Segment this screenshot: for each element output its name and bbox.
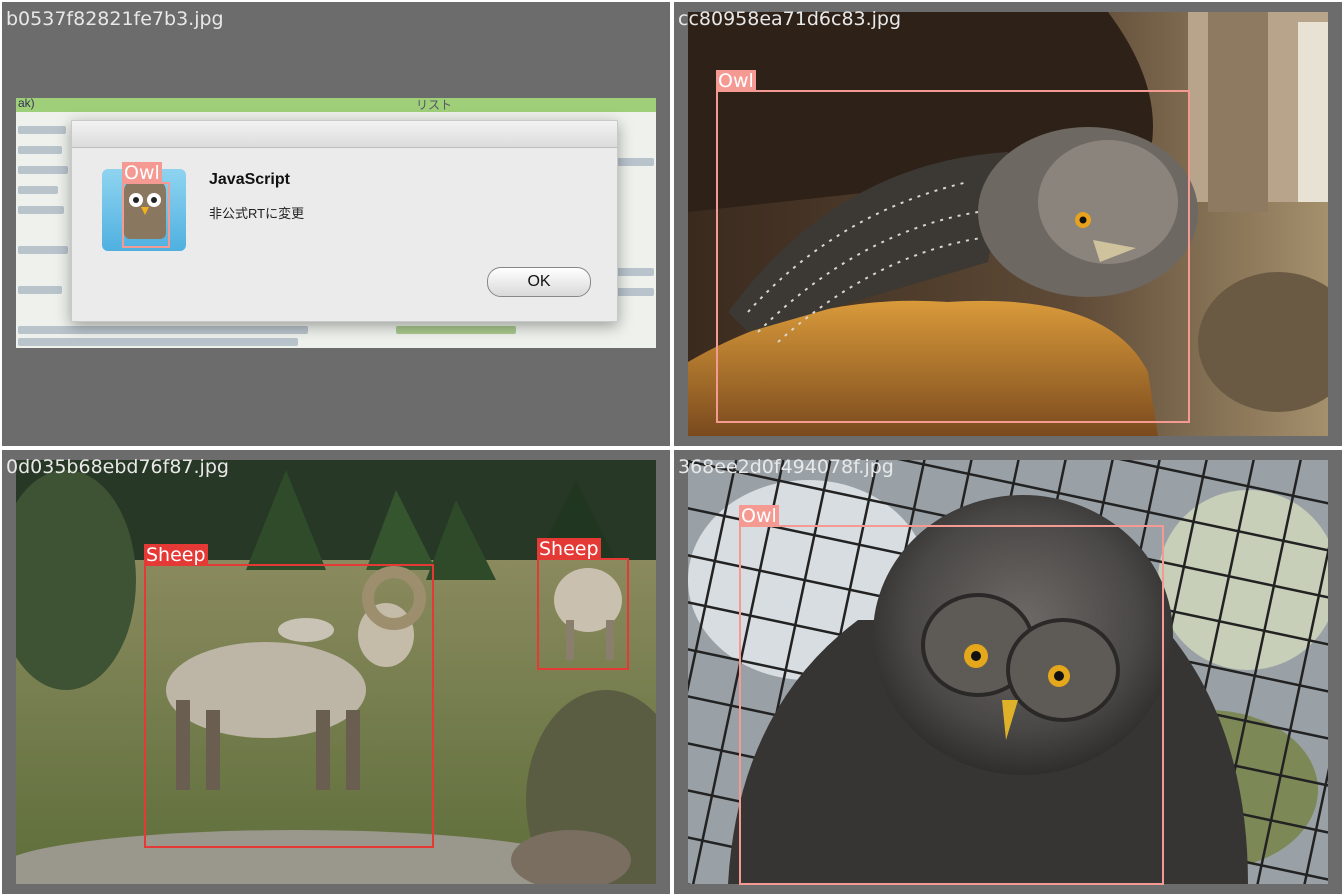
tile-3: 0d035b68ebd76f87.jpg Sheep Sheep xyxy=(2,450,670,894)
blurred-text xyxy=(18,186,58,194)
ok-button[interactable]: OK xyxy=(487,267,591,297)
blurred-text xyxy=(18,146,62,154)
detection-label: Owl xyxy=(716,70,756,92)
screenshot-topbar: ak) リスト xyxy=(16,98,656,112)
detection-box-sheep: Sheep xyxy=(537,538,629,670)
blurred-text xyxy=(616,268,654,276)
tile-1-image: ak) リスト JavaScript 非公式RTに変更 OK Owl xyxy=(16,98,656,348)
detection-label: Sheep xyxy=(537,538,601,560)
tile-3-filename: 0d035b68ebd76f87.jpg xyxy=(6,456,229,478)
blurred-text xyxy=(18,246,68,254)
detection-label: Owl xyxy=(122,162,162,184)
tile-4-filename: 368ee2d0f494078f.jpg xyxy=(678,456,894,478)
blurred-text xyxy=(616,158,654,166)
dialog-title: JavaScript xyxy=(209,171,290,188)
detection-box-sheep: Sheep xyxy=(144,544,434,848)
dialog-titlebar xyxy=(72,121,617,148)
tile-2-filename: cc80958ea71d6c83.jpg xyxy=(678,8,902,30)
blurred-text xyxy=(18,206,64,214)
tile-1: b0537f82821fe7b3.jpg ak) リスト JavaScript … xyxy=(2,2,670,446)
blurred-text xyxy=(616,288,654,296)
tile-4: 368ee2d0f494078f.jpg Owl xyxy=(674,450,1342,894)
tile-2: cc80958ea71d6c83.jpg Owl xyxy=(674,2,1342,446)
blurred-text xyxy=(18,166,68,174)
detection-box-owl: Owl xyxy=(716,70,1190,423)
detection-label: Sheep xyxy=(144,544,208,566)
blurred-text xyxy=(18,326,308,334)
blurred-text xyxy=(396,326,516,334)
tile-1-filename: b0537f82821fe7b3.jpg xyxy=(6,8,224,30)
dialog-message: 非公式RTに変更 xyxy=(209,206,305,221)
topbar-left-text: ak) xyxy=(18,98,35,110)
detection-box-owl: Owl xyxy=(739,505,1164,885)
topbar-right-text: リスト xyxy=(416,98,453,112)
detection-box-owl: Owl xyxy=(122,162,170,248)
blurred-text xyxy=(18,338,298,346)
blurred-text xyxy=(18,286,62,294)
blurred-text xyxy=(18,126,66,134)
detection-label: Owl xyxy=(739,505,779,527)
